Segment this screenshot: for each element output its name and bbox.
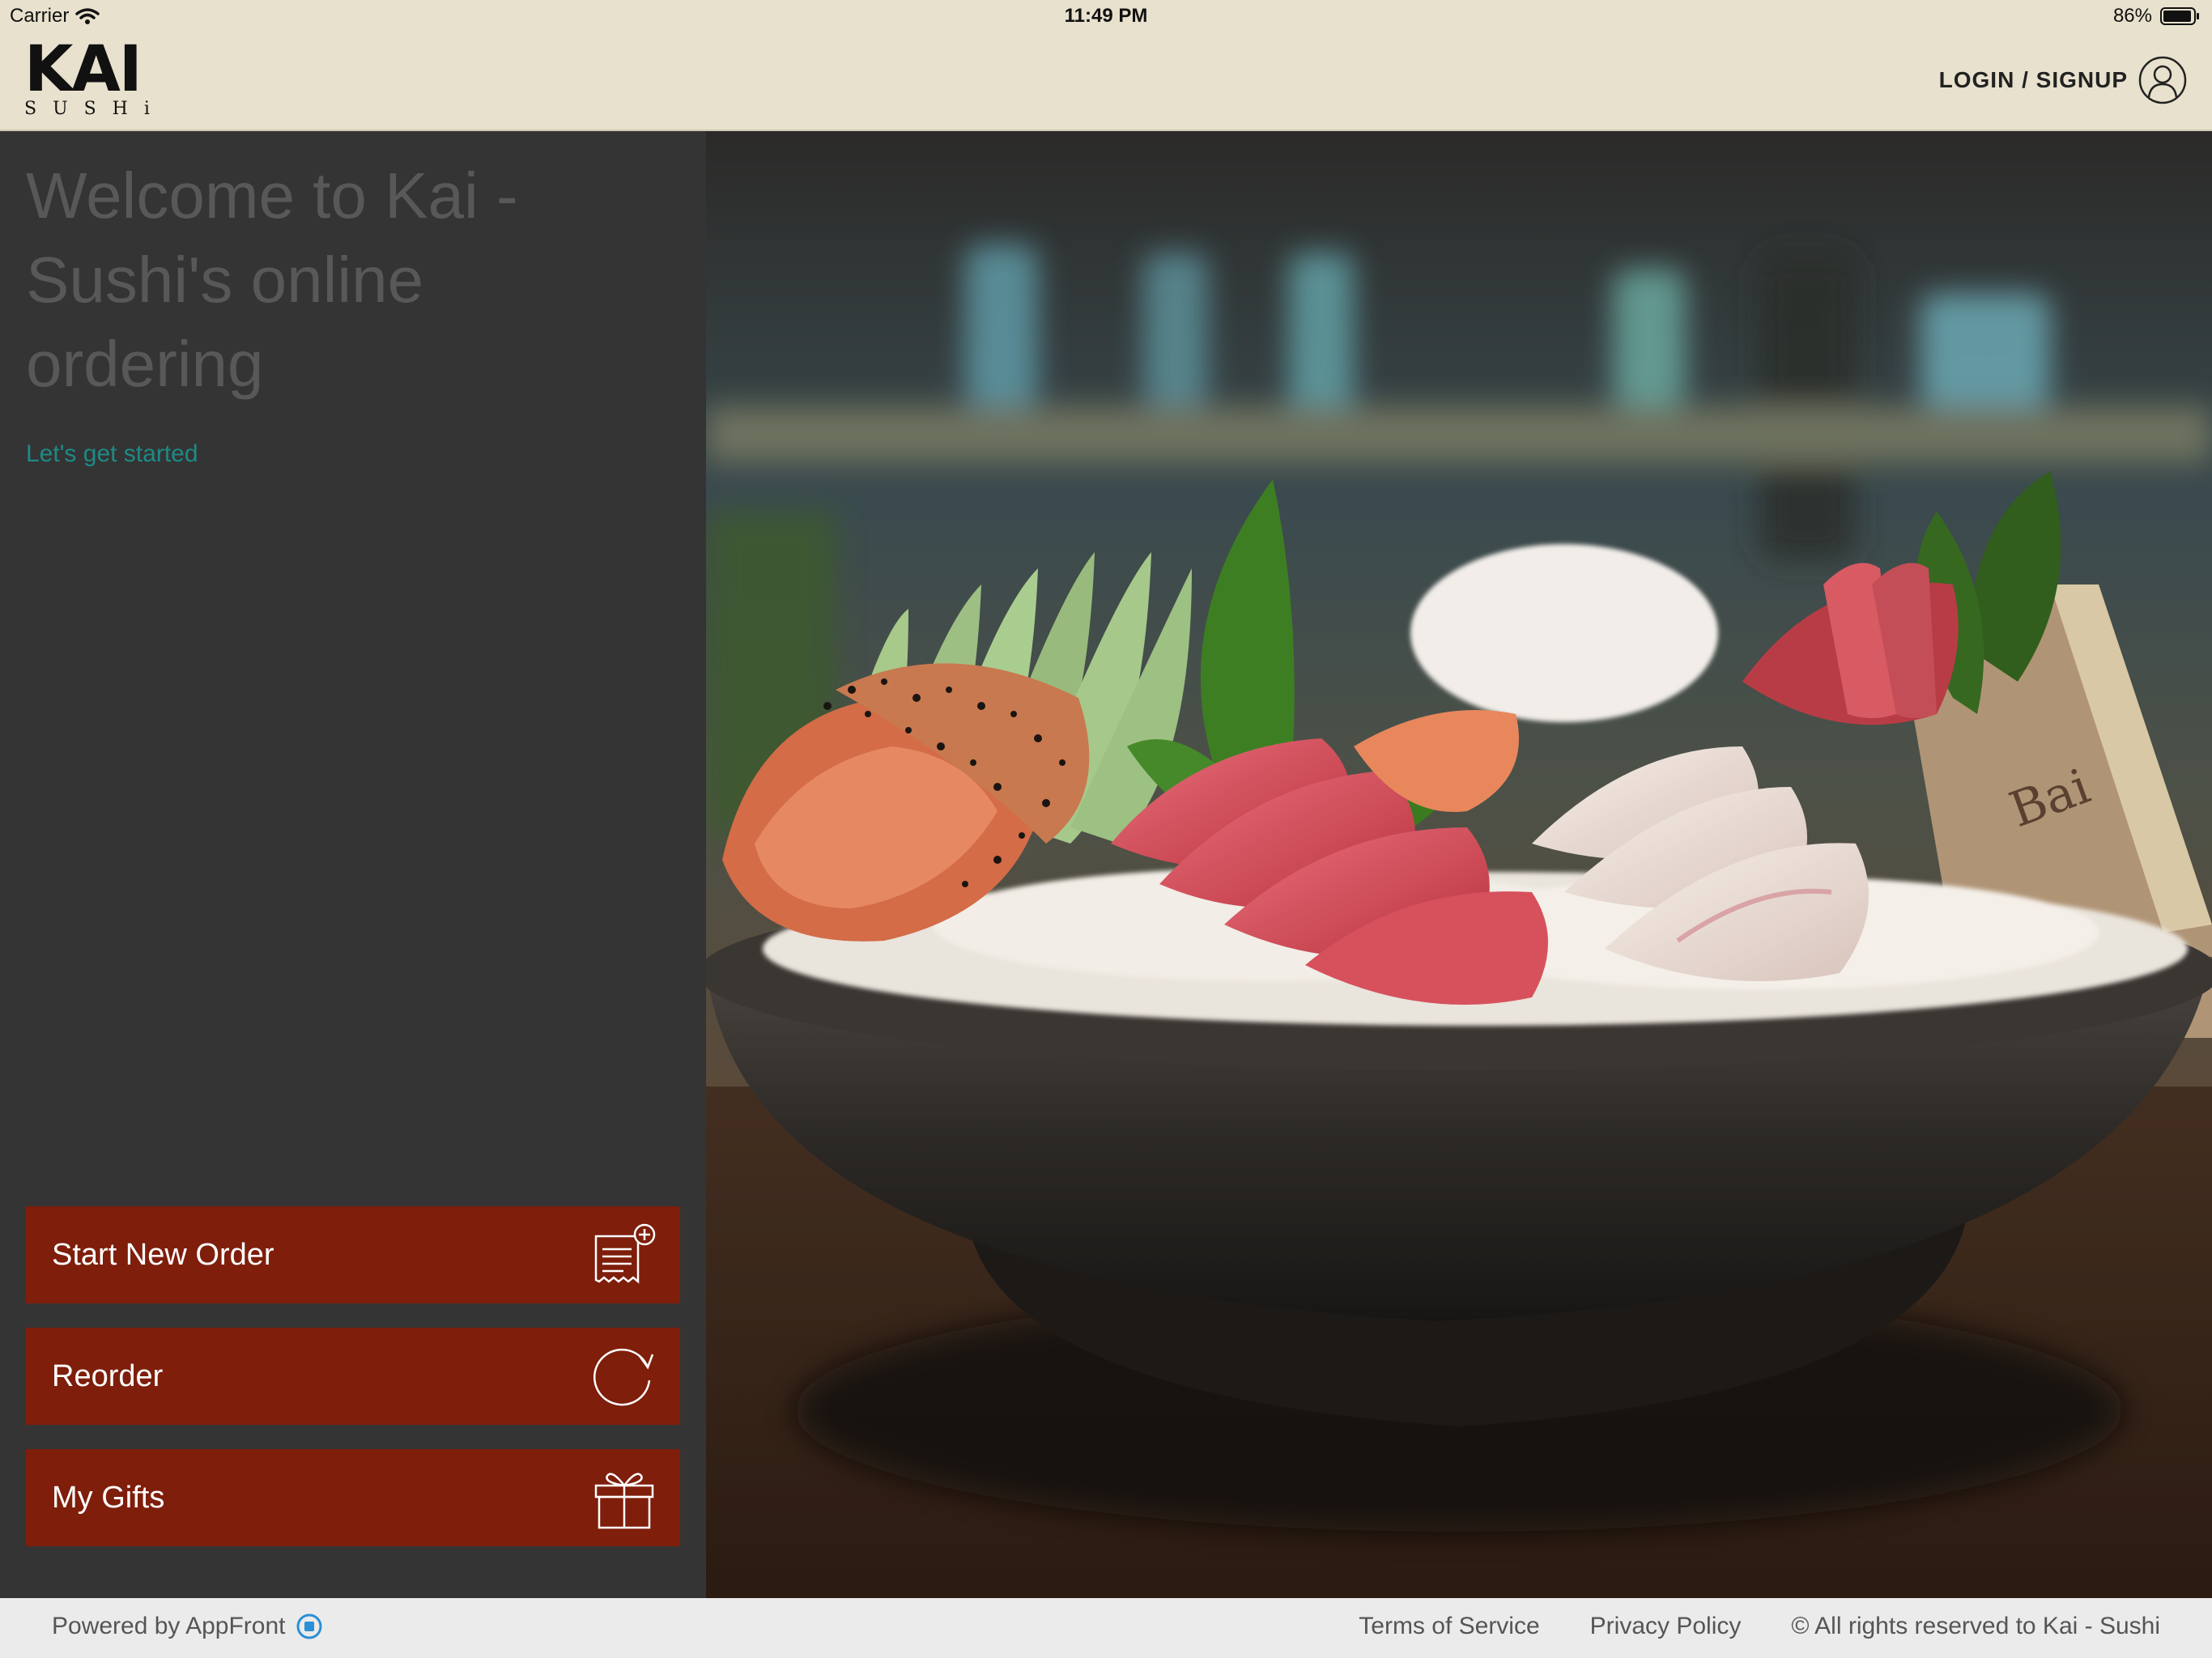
kai-sushi-logo: KAI SUSHi	[24, 33, 166, 119]
my-gifts-button[interactable]: My Gifts	[26, 1449, 680, 1546]
appfront-icon	[296, 1613, 322, 1639]
privacy-policy-link[interactable]: Privacy Policy	[1590, 1613, 1742, 1640]
status-bar: Carrier 11:49 PM 86%	[0, 0, 2212, 32]
battery-icon	[2160, 7, 2199, 25]
reorder-label: Reorder	[52, 1358, 164, 1393]
hero-image: Bai	[706, 131, 2212, 1598]
my-gifts-label: My Gifts	[52, 1480, 165, 1515]
welcome-heading: Welcome to Kai - Sushi's online ordering	[26, 159, 518, 400]
clock: 11:49 PM	[1064, 5, 1148, 27]
refresh-icon	[593, 1348, 654, 1406]
footer-links: Terms of Service Privacy Policy © All ri…	[1359, 1613, 2160, 1640]
left-panel: Welcome to Kai - Sushi's online ordering…	[0, 131, 706, 1598]
login-signup-button[interactable]: LOGIN / SIGNUP	[1939, 55, 2188, 105]
gift-icon	[594, 1473, 654, 1529]
terms-of-service-link[interactable]: Terms of Service	[1359, 1613, 1539, 1640]
copyright-text: © All rights reserved to Kai - Sushi	[1791, 1613, 2160, 1639]
reorder-button[interactable]: Reorder	[26, 1328, 680, 1425]
battery-percent: 86%	[2112, 5, 2152, 27]
get-started-link[interactable]: Let's get started	[26, 440, 198, 468]
sashimi-bowl-photo: Bai	[706, 131, 2212, 1598]
footer: Powered by AppFront Terms of Service Pri…	[0, 1598, 2212, 1658]
new-order-icon	[594, 1223, 656, 1284]
start-new-order-button[interactable]: Start New Order	[26, 1206, 680, 1303]
start-new-order-label: Start New Order	[52, 1237, 274, 1272]
app-root: Carrier 11:49 PM 86% KAI SUSHi LOGIN / S…	[0, 0, 2212, 1658]
app-header: KAI SUSHi LOGIN / SIGNUP	[0, 32, 2212, 131]
user-icon	[2138, 56, 2187, 104]
login-signup-label: LOGIN / SIGNUP	[1938, 67, 2128, 92]
battery-indicator: 86%	[2113, 5, 2201, 28]
powered-by[interactable]: Powered by AppFront	[52, 1613, 323, 1640]
powered-by-label: Powered by AppFront	[52, 1613, 286, 1639]
